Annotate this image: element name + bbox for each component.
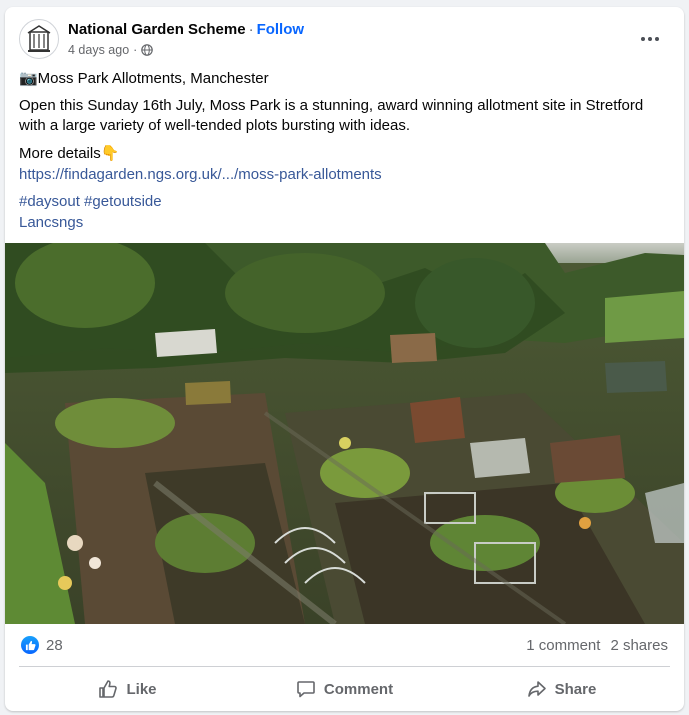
tag-link[interactable]: Lancsngs	[19, 214, 83, 231]
comment-button[interactable]: Comment	[236, 671, 453, 707]
details-link[interactable]: https://findagarden.ngs.org.uk/.../moss-…	[19, 166, 382, 183]
divider	[19, 666, 670, 667]
comment-icon	[297, 681, 315, 698]
separator: ·	[248, 21, 254, 38]
avatar[interactable]	[19, 19, 59, 59]
post-header: National Garden Scheme · Follow 4 days ago…	[19, 19, 672, 63]
follow-button[interactable]: Follow	[257, 21, 305, 38]
post-title-line: 📷Moss Park Allotments, Manchester	[19, 70, 269, 87]
share-label: Share	[554, 680, 597, 698]
comment-label: Comment	[323, 680, 394, 698]
page-name[interactable]: National Garden Scheme	[68, 21, 246, 38]
more-dot-icon	[655, 37, 659, 41]
more-dot-icon	[641, 37, 645, 41]
engagement-counts: 1 comment 2 shares	[526, 637, 668, 654]
more-dot-icon	[648, 37, 652, 41]
share-icon	[527, 681, 546, 697]
timestamp[interactable]: 4 days ago	[68, 43, 129, 57]
more-options-button[interactable]	[634, 23, 666, 55]
post-meta: 4 days ago ·	[68, 43, 154, 57]
more-details-text: More details👇	[19, 145, 120, 162]
post-description: Open this Sunday 16th July, Moss Park is…	[19, 97, 644, 134]
ngs-logo-icon	[27, 25, 51, 52]
post-card: National Garden Scheme · Follow 4 days ago…	[5, 7, 684, 711]
action-bar: Like Comment Share	[19, 671, 670, 707]
post-photo[interactable]	[5, 243, 684, 624]
hashtags-link[interactable]: #daysout #getoutside	[19, 193, 162, 210]
thumbs-up-icon	[25, 640, 36, 650]
reaction-count[interactable]: 28	[46, 637, 63, 654]
meta-separator: ·	[133, 43, 138, 57]
share-count[interactable]: 2 shares	[610, 637, 668, 654]
like-reaction-icon[interactable]	[21, 636, 39, 654]
thumbs-up-outline-icon	[99, 680, 118, 698]
post-stats: 28 1 comment 2 shares	[19, 635, 670, 659]
like-button[interactable]: Like	[19, 671, 236, 707]
post-author-line: National Garden Scheme · Follow	[68, 21, 304, 38]
share-button[interactable]: Share	[453, 671, 670, 707]
globe-icon[interactable]	[141, 44, 154, 56]
like-label: Like	[126, 680, 157, 698]
allotment-photo-image	[5, 243, 684, 624]
comment-count[interactable]: 1 comment	[526, 637, 600, 654]
